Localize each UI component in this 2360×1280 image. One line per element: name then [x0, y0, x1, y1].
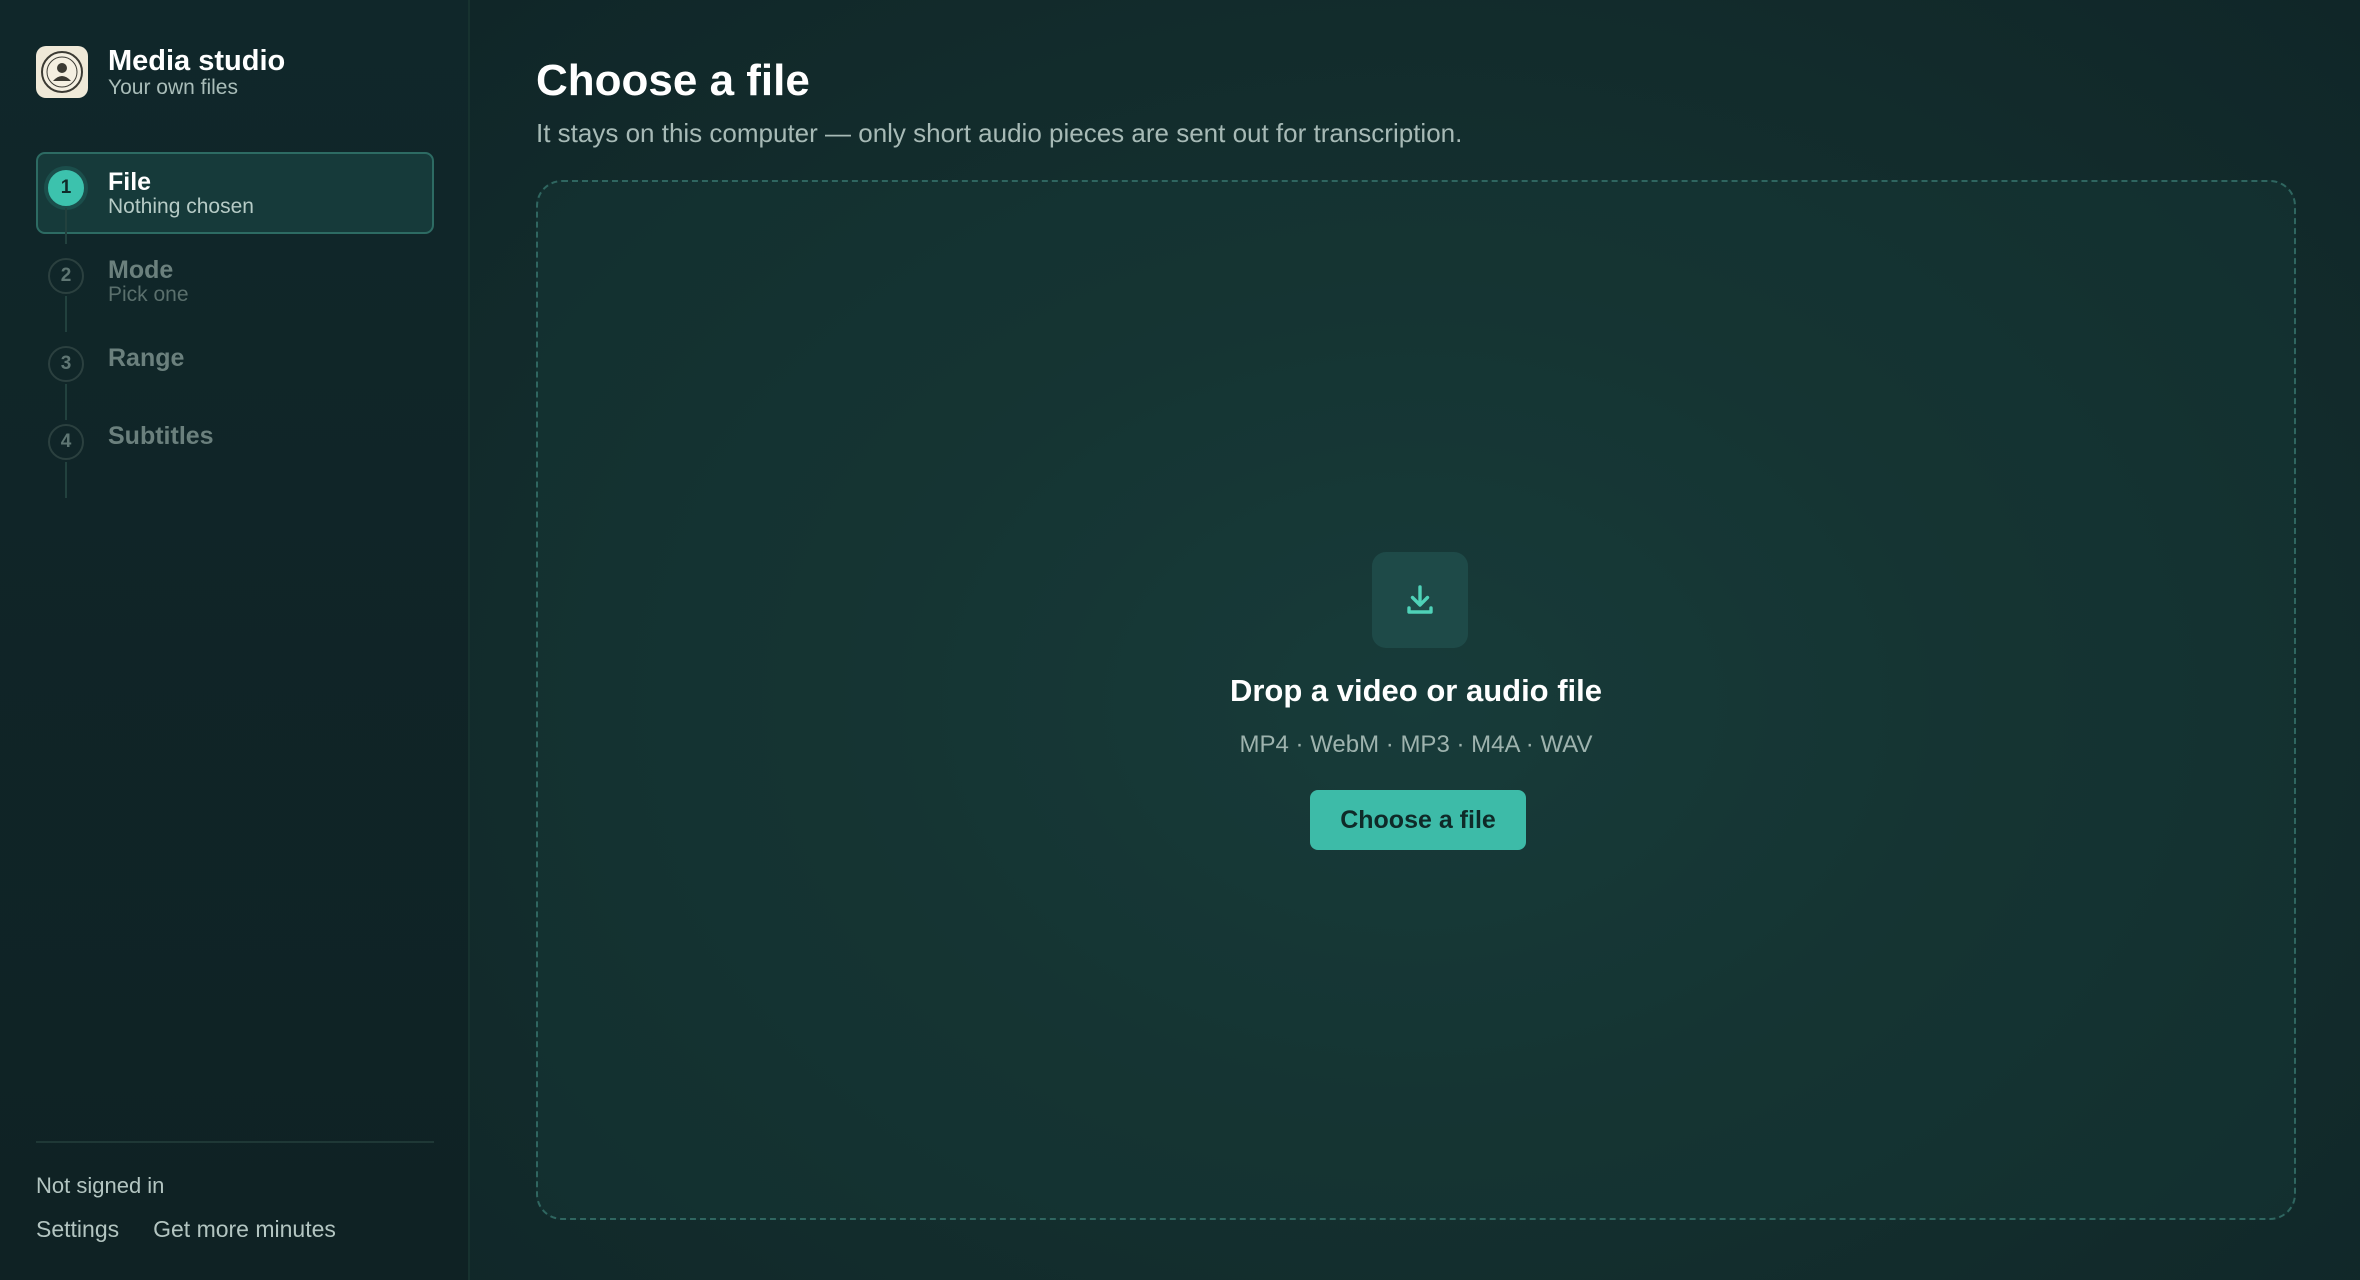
step-range[interactable]: 3 Range — [36, 328, 434, 420]
step-title: Range — [108, 344, 185, 372]
choose-file-button[interactable]: Choose a file — [1310, 790, 1526, 850]
step-subtitles[interactable]: 4 Subtitles — [36, 406, 434, 498]
settings-link[interactable]: Settings — [36, 1216, 119, 1243]
step-list: 1 File Nothing chosen 2 Mode Pick one 3 … — [36, 152, 434, 498]
step-mode[interactable]: 2 Mode Pick one — [36, 240, 434, 332]
supported-formats: MP4 · WebM · MP3 · M4A · WAV — [1239, 731, 1593, 758]
step-title: File — [108, 168, 152, 196]
file-dropzone[interactable]: Drop a video or audio file MP4 · WebM · … — [536, 180, 2296, 1220]
app-subtitle: Your own files — [108, 76, 238, 99]
page-subtitle: It stays on this computer — only short a… — [536, 118, 1463, 148]
step-file[interactable]: 1 File Nothing chosen — [36, 152, 434, 244]
app-title: Media studio — [108, 45, 286, 77]
app-window: Media studio Your own files 1 File Nothi… — [0, 0, 2360, 1280]
step-number: 1 — [48, 170, 84, 206]
signin-status: Not signed in — [36, 1173, 165, 1198]
download-icon — [1372, 552, 1468, 648]
step-connector — [65, 462, 67, 498]
step-subtitle: Pick one — [108, 283, 189, 306]
page-title: Choose a file — [536, 56, 810, 105]
get-more-minutes-link[interactable]: Get more minutes — [153, 1216, 336, 1243]
brand: Media studio Your own files — [36, 45, 285, 99]
sidebar: Media studio Your own files 1 File Nothi… — [0, 0, 470, 1280]
step-number: 4 — [48, 424, 84, 460]
step-connector — [65, 208, 67, 244]
main-panel: Choose a file It stays on this computer … — [470, 0, 2360, 1280]
step-connector — [65, 296, 67, 332]
brand-logo — [36, 46, 88, 98]
dropzone-title: Drop a video or audio file — [1229, 673, 1603, 708]
sidebar-divider — [36, 1141, 434, 1143]
step-subtitle: Nothing chosen — [108, 195, 254, 218]
step-number: 2 — [48, 258, 84, 294]
step-number: 3 — [48, 346, 84, 382]
sidebar-footer-links: Settings Get more minutes — [36, 1216, 336, 1243]
step-title: Mode — [108, 256, 174, 284]
step-title: Subtitles — [108, 422, 214, 450]
